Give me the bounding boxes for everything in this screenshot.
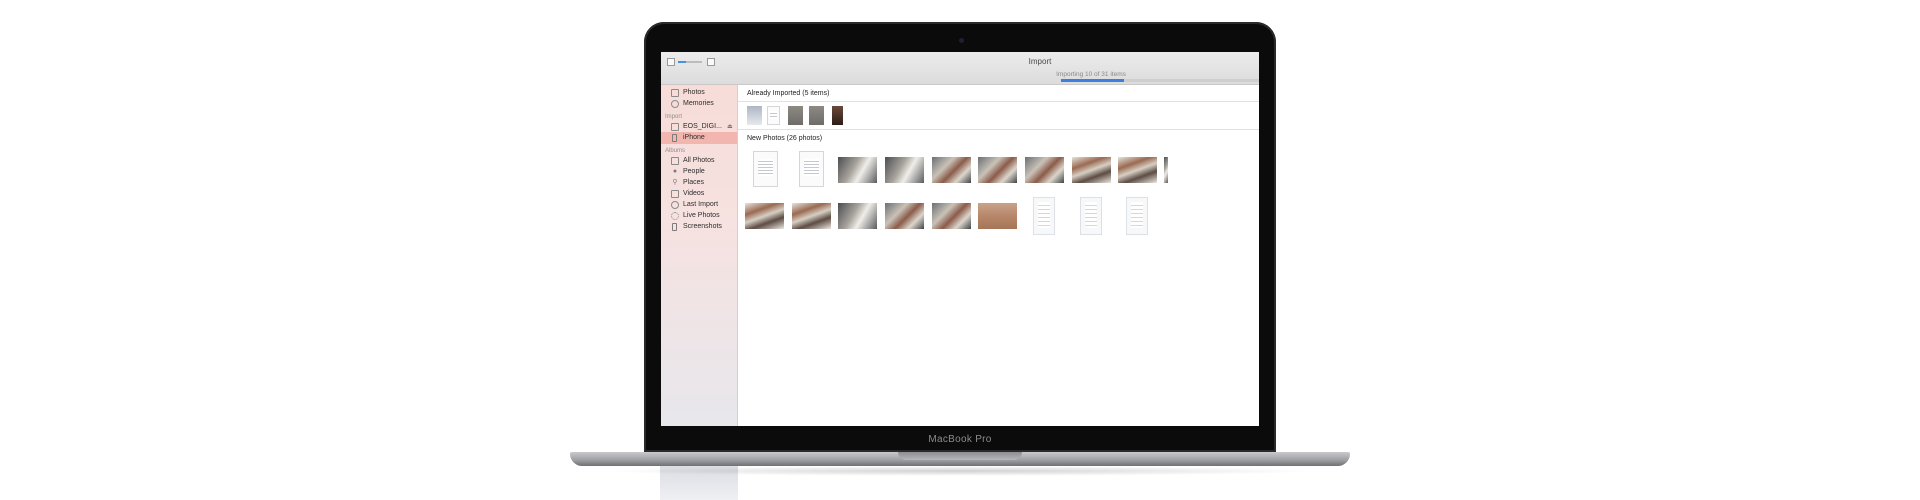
new-photo-thumbnail[interactable] xyxy=(753,151,778,187)
imported-thumbnail[interactable] xyxy=(832,106,843,125)
imported-thumbnail[interactable] xyxy=(788,106,803,125)
new-photo-thumbnail[interactable] xyxy=(932,157,971,183)
imported-thumbnail[interactable] xyxy=(809,106,824,125)
sidebar-item-label: Screenshots xyxy=(683,223,722,230)
photos-app-window: Import Importing 10 of 31 items Photos M… xyxy=(661,52,1259,426)
new-photo-thumbnail[interactable] xyxy=(838,203,877,229)
people-icon: ● xyxy=(672,168,678,175)
import-progress-fill xyxy=(1061,79,1125,82)
photos-icon xyxy=(671,89,679,97)
sidebar-item-iphone[interactable]: iPhone xyxy=(661,132,737,144)
memories-icon xyxy=(671,100,679,108)
places-icon: ⚲ xyxy=(672,179,678,186)
new-photo-thumbnail[interactable] xyxy=(1033,197,1055,235)
new-photo-thumbnail[interactable] xyxy=(978,157,1017,183)
sidebar-item-screenshots[interactable]: Screenshots xyxy=(661,221,737,233)
new-photo-thumbnail[interactable] xyxy=(885,157,924,183)
sidebar-item-memories[interactable]: Memories xyxy=(661,98,737,110)
laptop-shadow xyxy=(600,466,1320,476)
new-photo-thumbnail[interactable] xyxy=(885,203,924,229)
new-photo-thumbnail[interactable] xyxy=(1080,197,1102,235)
new-photo-thumbnail[interactable] xyxy=(1164,157,1168,183)
webcam-icon xyxy=(959,38,964,43)
new-photo-thumbnail[interactable] xyxy=(1025,157,1064,183)
new-photos-title: New Photos (26 photos) xyxy=(747,135,823,142)
live-photos-icon xyxy=(671,212,679,220)
sidebar-item-label: Memories xyxy=(683,100,714,107)
title-bar: Import Importing 10 of 31 items xyxy=(661,52,1259,85)
already-imported-title: Already Imported (5 items) xyxy=(747,90,830,97)
new-photo-thumbnail[interactable] xyxy=(1072,157,1111,183)
import-progress-label: Importing 10 of 31 items xyxy=(1056,71,1126,78)
new-photo-thumbnail[interactable] xyxy=(745,203,784,229)
new-photo-thumbnail[interactable] xyxy=(1126,197,1148,235)
imported-thumbnail[interactable] xyxy=(767,106,780,125)
new-photo-thumbnail[interactable] xyxy=(932,203,971,229)
model-label: MacBook Pro xyxy=(928,434,992,445)
screenshots-icon xyxy=(672,223,677,231)
divider xyxy=(738,101,1259,102)
window-title: Import xyxy=(1028,57,1052,66)
new-photo-thumbnail[interactable] xyxy=(792,203,831,229)
iphone-icon xyxy=(672,134,677,142)
new-photo-thumbnail[interactable] xyxy=(1118,157,1157,183)
videos-icon xyxy=(671,190,679,198)
divider xyxy=(738,129,1259,130)
new-photo-thumbnail[interactable] xyxy=(978,203,1017,229)
camera-card-icon xyxy=(671,123,679,131)
all-photos-icon xyxy=(671,157,679,165)
new-photo-thumbnail[interactable] xyxy=(799,151,824,187)
last-import-icon xyxy=(671,201,679,209)
import-progress-bar xyxy=(1061,79,1259,82)
laptop-lid-notch xyxy=(898,452,1022,460)
sidebar-item-label: iPhone xyxy=(683,134,705,141)
new-photo-thumbnail[interactable] xyxy=(838,157,877,183)
imported-thumbnail[interactable] xyxy=(747,106,762,125)
import-content: Already Imported (5 items) New Photos (2… xyxy=(738,85,1259,426)
sidebar: Photos Memories Import EOS_DIGI... ⏏ iPh… xyxy=(661,85,738,426)
